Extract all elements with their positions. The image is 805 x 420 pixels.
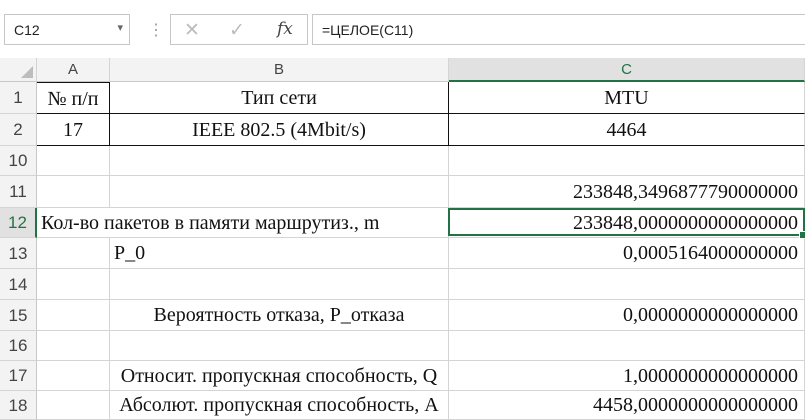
cell-b-15[interactable]: Вероятность отказа, P_отказа bbox=[110, 300, 449, 331]
row-header-11[interactable]: 11 bbox=[0, 176, 37, 208]
cell-c-16[interactable] bbox=[449, 331, 805, 361]
row-header-16[interactable]: 16 bbox=[0, 331, 37, 361]
row-header-2[interactable]: 2 bbox=[0, 114, 37, 146]
cell-c-14[interactable] bbox=[449, 269, 805, 300]
cell-a-12[interactable]: Кол-во пакетов в памяти маршрутиз., m bbox=[37, 208, 449, 238]
name-box[interactable]: C12 ▾ bbox=[4, 14, 130, 45]
cell-c-11[interactable]: 233848,3496877790000000 bbox=[449, 176, 805, 208]
select-all-button[interactable] bbox=[0, 58, 37, 82]
cell-a-13[interactable] bbox=[37, 238, 110, 269]
more-options-icon[interactable]: ⋮ bbox=[148, 20, 164, 40]
cell-b-16[interactable] bbox=[110, 331, 449, 361]
cell-c-18[interactable]: 4458,0000000000000000 bbox=[449, 391, 805, 420]
cell-a-16[interactable] bbox=[37, 331, 110, 361]
formula-text: =ЦЕЛОЕ(C11) bbox=[322, 22, 414, 38]
row-header-17[interactable]: 17 bbox=[0, 361, 37, 391]
column-header-a[interactable]: A bbox=[37, 58, 110, 82]
row-header-10[interactable]: 10 bbox=[0, 146, 37, 176]
cell-a-17[interactable] bbox=[37, 361, 110, 391]
cell-a-18[interactable] bbox=[37, 391, 110, 420]
row-header-14[interactable]: 14 bbox=[0, 269, 37, 300]
row-header-1[interactable]: 1 bbox=[0, 82, 37, 114]
select-all-icon bbox=[21, 66, 33, 78]
cell-a-14[interactable] bbox=[37, 269, 110, 300]
cell-b-2[interactable]: IEEE 802.5 (4Mbit/s) bbox=[110, 114, 449, 146]
chevron-down-icon[interactable]: ▾ bbox=[117, 21, 123, 34]
formula-input[interactable]: =ЦЕЛОЕ(C11) bbox=[312, 14, 805, 45]
cell-a-15[interactable] bbox=[37, 300, 110, 331]
cell-c-10[interactable] bbox=[449, 146, 805, 176]
cell-a-2[interactable]: 17 bbox=[37, 114, 110, 146]
formula-buttons: ✕ ✓ fx bbox=[170, 14, 308, 45]
row-header-12[interactable]: 12 bbox=[0, 208, 37, 238]
formula-bar-area: C12 ▾ ⋮ ✕ ✓ fx =ЦЕЛОЕ(C11) bbox=[0, 0, 805, 58]
cell-c-12[interactable]: 233848,0000000000000000 bbox=[449, 208, 805, 238]
cell-b-14[interactable] bbox=[110, 269, 449, 300]
column-header-c[interactable]: C bbox=[449, 58, 805, 82]
enter-icon[interactable]: ✓ bbox=[229, 19, 245, 42]
cell-c-13[interactable]: 0,0005164000000000 bbox=[449, 238, 805, 269]
cell-a-1[interactable]: № п/п bbox=[37, 82, 110, 114]
fill-handle[interactable] bbox=[799, 231, 805, 239]
cell-b-13[interactable]: P_0 bbox=[110, 238, 449, 269]
cell-b-1[interactable]: Тип сети bbox=[110, 82, 449, 114]
cell-c-2[interactable]: 4464 bbox=[449, 114, 805, 146]
name-box-value: C12 bbox=[14, 22, 40, 38]
row-header-15[interactable]: 15 bbox=[0, 300, 37, 331]
cell-a-11[interactable] bbox=[37, 176, 110, 208]
column-header-b[interactable]: B bbox=[110, 58, 449, 82]
cell-a-10[interactable] bbox=[37, 146, 110, 176]
insert-function-icon[interactable]: fx bbox=[277, 19, 293, 39]
row-header-18[interactable]: 18 bbox=[0, 391, 37, 420]
row-header-13[interactable]: 13 bbox=[0, 238, 37, 269]
cell-c-15[interactable]: 0,0000000000000000 bbox=[449, 300, 805, 331]
cancel-icon[interactable]: ✕ bbox=[184, 19, 200, 42]
cell-b-17[interactable]: Относит. пропускная способность, Q bbox=[110, 361, 449, 391]
cell-b-18[interactable]: Абсолют. пропускная способность, A bbox=[110, 391, 449, 420]
cell-c-1[interactable]: MTU bbox=[449, 82, 805, 114]
cell-b-10[interactable] bbox=[110, 146, 449, 176]
cell-b-11[interactable] bbox=[110, 176, 449, 208]
cell-c-17[interactable]: 1,0000000000000000 bbox=[449, 361, 805, 391]
